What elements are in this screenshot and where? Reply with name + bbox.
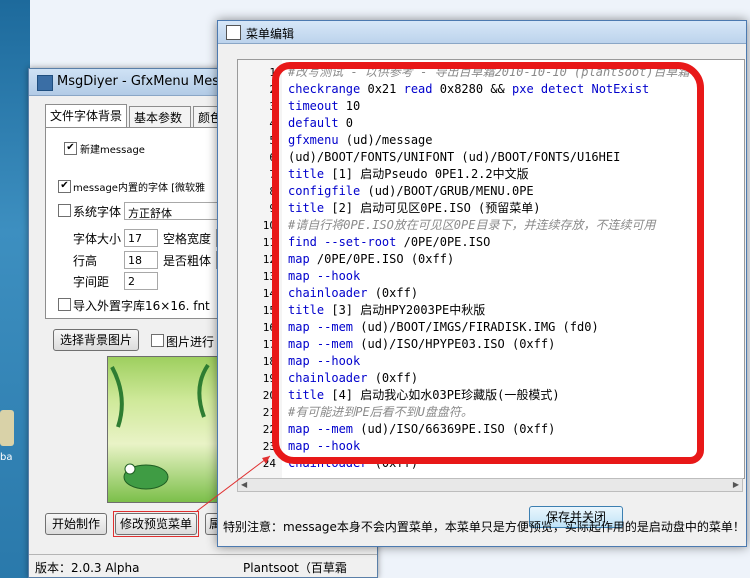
annotation-arrow bbox=[196, 455, 271, 512]
